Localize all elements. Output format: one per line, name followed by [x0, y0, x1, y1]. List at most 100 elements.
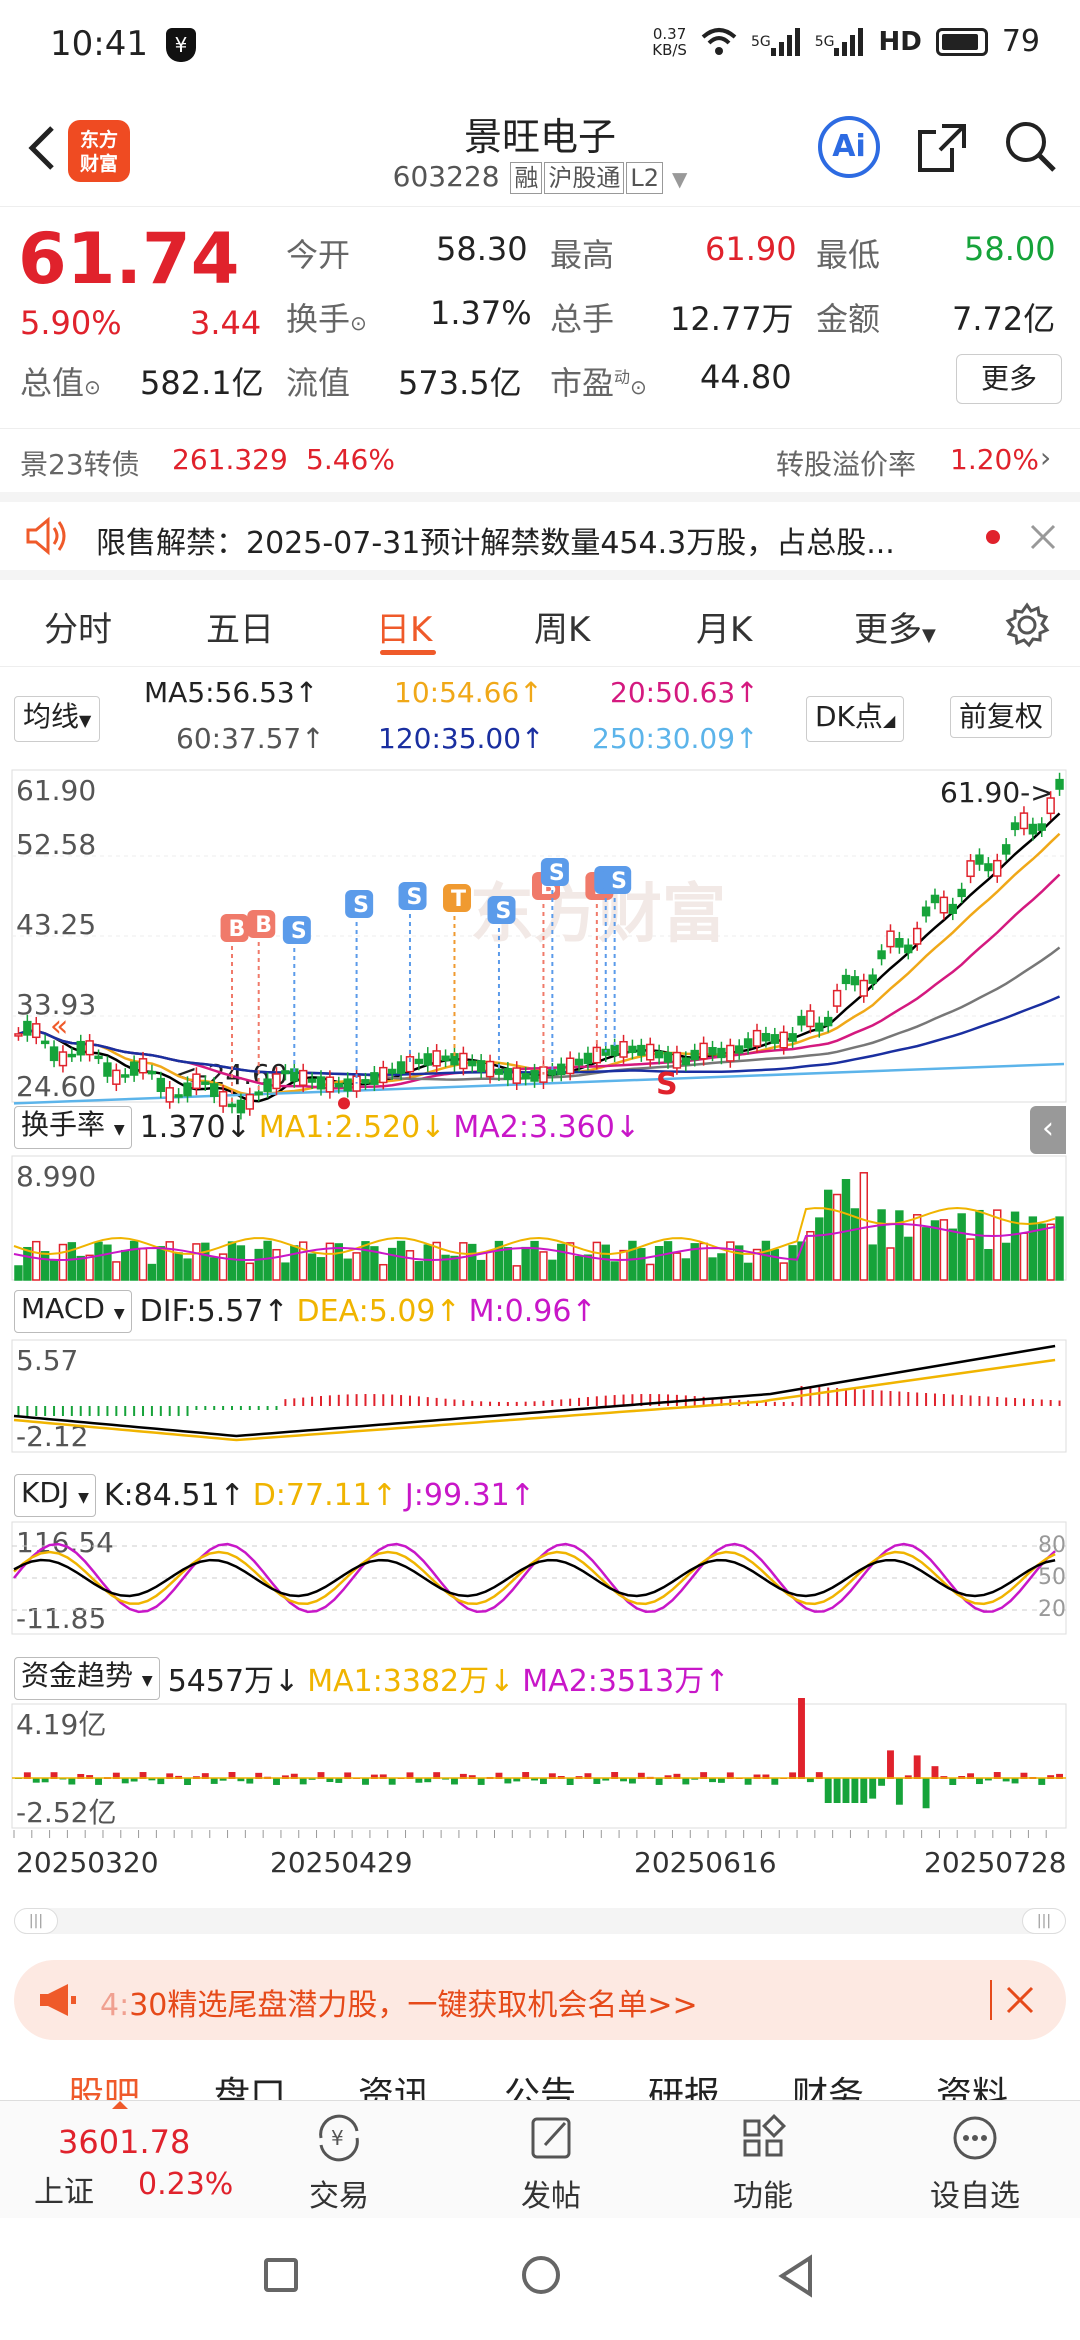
turnover-bar	[1046, 1223, 1055, 1281]
candle-body	[788, 1033, 797, 1042]
candle-body	[735, 1045, 744, 1054]
fund-bar	[931, 1766, 939, 1779]
turnover-label[interactable]: 换手⊙	[286, 294, 367, 340]
candle-body	[583, 1052, 593, 1065]
tab-news[interactable]: 资讯	[358, 2066, 430, 2104]
candle-body	[201, 1081, 210, 1085]
collapse-panel-button[interactable]: ‹	[1030, 1106, 1066, 1154]
fund-bar	[504, 1778, 512, 1784]
search-icon[interactable]	[1000, 116, 1060, 176]
turnover-bar	[779, 1262, 788, 1281]
fund-bar	[887, 1750, 894, 1779]
ai-button[interactable]: Ai	[818, 116, 880, 178]
ma20-value: 20:50.63↑	[610, 676, 759, 709]
candle-body	[761, 1032, 771, 1042]
turnover-bar	[307, 1253, 317, 1281]
candle-body	[984, 863, 993, 872]
post-button[interactable]: 发帖	[476, 2113, 626, 2215]
functions-button[interactable]: 功能	[688, 2113, 838, 2215]
tab-monthly-k[interactable]: 月K	[696, 602, 752, 651]
pointer-triangle-icon	[112, 2101, 128, 2109]
chart-scrollbar[interactable]: ||| |||	[14, 1908, 1066, 1934]
turnover-bar	[619, 1249, 628, 1281]
convertible-bond-row[interactable]: 景23转债 261.329 5.46% 转股溢价率 1.20% ›	[0, 428, 1080, 490]
fund-bar	[655, 1778, 663, 1785]
stock-charts[interactable]: 东方财富 61.90 52.58 43.25 33.93 24.60 61.90…	[0, 766, 1080, 1916]
tab-weekly-k[interactable]: 周K	[534, 602, 590, 651]
macd-selector[interactable]: MACD ▼	[14, 1290, 132, 1333]
turnover-selector[interactable]: 换手率 ▼	[14, 1106, 132, 1149]
tab-forum[interactable]: 股吧	[68, 2066, 140, 2104]
tab-research[interactable]: 研报	[648, 2066, 720, 2104]
promo-banner[interactable]: 4:30精选尾盘潜力股，一键获取机会名单>>	[14, 1960, 1066, 2040]
tab-daily-k[interactable]: 日K	[376, 602, 432, 651]
back-icon[interactable]	[776, 2254, 816, 2298]
recents-icon[interactable]	[264, 2258, 298, 2292]
panel-y-top: 116.54	[16, 1526, 114, 1559]
turnover-bar	[76, 1255, 85, 1281]
candle-body	[103, 1062, 112, 1077]
share-icon[interactable]	[912, 118, 972, 178]
period-tabs: 分时 五日 日K 周K 月K 更多▼	[0, 582, 1080, 666]
home-icon[interactable]	[522, 2256, 560, 2294]
turnover-bar	[23, 1246, 32, 1281]
candle-body	[779, 1031, 788, 1049]
turnover-bar	[726, 1241, 735, 1281]
turnover-bar	[361, 1241, 370, 1281]
turnover-bar	[583, 1254, 593, 1281]
market-cap-label[interactable]: 总值⊙	[20, 358, 101, 404]
tab-finance[interactable]: 财务	[792, 2066, 864, 2104]
close-icon[interactable]	[1004, 1984, 1036, 2016]
scroll-handle-right[interactable]: |||	[1022, 1908, 1066, 1934]
candle-body	[156, 1077, 166, 1093]
battery-icon	[935, 27, 988, 56]
pe-label[interactable]: 市盈动⊙	[550, 358, 647, 404]
scroll-handle-left[interactable]: |||	[14, 1908, 58, 1934]
turnover-bar	[121, 1249, 130, 1281]
turnover-bar	[1037, 1223, 1046, 1281]
index-value[interactable]: 3601.78	[58, 2123, 190, 2161]
index-pct[interactable]: 0.23%	[138, 2167, 233, 2202]
notice-bar[interactable]: 限售解禁：2025-07-31预计解禁数量454.3万股，占总股...	[0, 492, 1080, 580]
tag-level2: L2	[626, 162, 664, 194]
fund-selector[interactable]: 资金趋势 ▼	[14, 1656, 160, 1700]
svg-text:¥: ¥	[331, 2126, 344, 2150]
forward-adjust-button[interactable]: 前复权	[950, 696, 1053, 738]
turnover-bar	[672, 1252, 682, 1281]
turnover-bar	[352, 1252, 361, 1281]
fund-bar	[798, 1698, 805, 1779]
tab-five-day[interactable]: 五日	[206, 602, 274, 651]
turnover-bar	[94, 1241, 103, 1281]
candle-body	[396, 1061, 406, 1074]
ma-selector[interactable]: 均线▼	[14, 696, 101, 742]
more-button[interactable]: 更多	[956, 354, 1062, 404]
candle-body	[699, 1042, 708, 1060]
tab-intraday[interactable]: 分时	[44, 602, 112, 651]
tab-more[interactable]: 更多▼	[854, 602, 936, 651]
signal-icon	[770, 27, 800, 56]
panel-y-top: 4.19亿	[16, 1708, 106, 1741]
fund-bar	[682, 1778, 690, 1785]
tab-orderbook[interactable]: 盘口	[214, 2066, 286, 2104]
kdj-selector[interactable]: KDJ ▼	[14, 1474, 96, 1517]
fund-bar	[949, 1778, 957, 1785]
clock: 10:41	[50, 24, 148, 64]
turnover-bar	[1055, 1216, 1064, 1281]
gear-icon[interactable]	[1004, 602, 1050, 648]
ma-legend: 均线▼ MA5:56.53↑ 10:54.66↑ 20:50.63↑ 60:37…	[0, 670, 1080, 770]
macd-dea: DEA:5.09↑	[296, 1294, 461, 1329]
candle-body	[352, 1075, 361, 1092]
trade-button[interactable]: ¥ 交易	[264, 2113, 414, 2215]
add-watchlist-button[interactable]: 设自选	[900, 2113, 1050, 2215]
dropdown-triangle-icon: ▼	[113, 1122, 125, 1138]
close-icon[interactable]	[1028, 522, 1058, 552]
index-name[interactable]: 上证	[34, 2167, 94, 2211]
wifi-icon	[701, 27, 737, 55]
candle-body	[254, 1091, 263, 1096]
tab-profile[interactable]: 资料	[936, 2066, 1008, 2104]
macd-legend: MACD ▼ DIF:5.57↑ DEA:5.09↑ M:0.96↑	[14, 1290, 597, 1333]
tab-announcements[interactable]: 公告	[504, 2066, 576, 2104]
tag-margin: 融	[510, 162, 543, 194]
turnover-bar	[886, 1247, 895, 1281]
dk-point-button[interactable]: DK点◢	[806, 696, 905, 742]
